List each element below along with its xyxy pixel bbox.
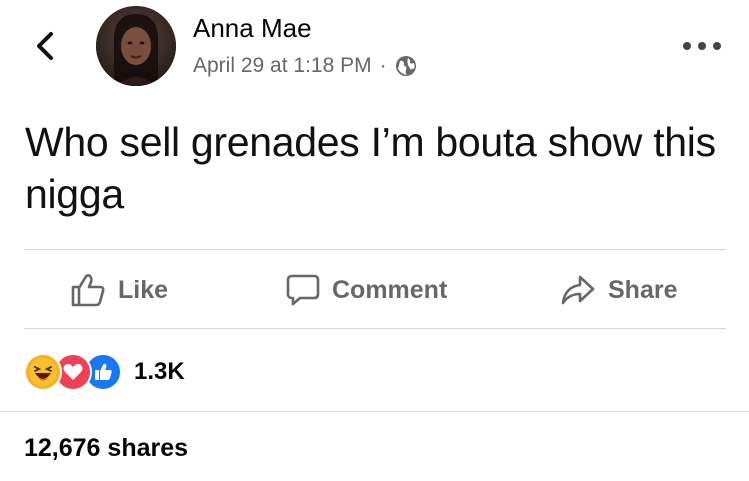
reactions-summary[interactable]: 1.3K (24, 352, 185, 392)
dot-icon (713, 42, 721, 50)
post-text: Who sell grenades I’m bouta show this ni… (25, 119, 716, 217)
share-button[interactable]: Share (560, 252, 677, 328)
dot-icon (683, 42, 691, 50)
comment-button[interactable]: Comment (286, 252, 447, 328)
post-meta: April 29 at 1:18 PM · (193, 52, 417, 80)
chevron-left-icon (37, 32, 53, 60)
like-label: Like (118, 275, 169, 304)
divider (24, 249, 726, 250)
author-name[interactable]: Anna Mae (193, 12, 312, 44)
shares-count[interactable]: 12,676 shares (24, 434, 188, 463)
reaction-count[interactable]: 1.3K (134, 358, 185, 386)
dot-icon (698, 42, 706, 50)
comment-icon (286, 274, 320, 306)
thumbs-up-icon (71, 274, 105, 307)
globe-icon[interactable] (395, 55, 417, 77)
post-actions: Like Comment Share (24, 252, 726, 328)
share-arrow-icon (561, 275, 595, 305)
more-options-button[interactable] (683, 36, 721, 56)
meta-separator: · (379, 54, 387, 77)
haha-icon (24, 353, 62, 391)
back-button[interactable] (30, 28, 60, 64)
share-label: Share (608, 275, 678, 304)
avatar[interactable] (96, 6, 176, 86)
post-timestamp[interactable]: April 29 at 1:18 PM (193, 52, 372, 80)
like-button[interactable]: Like (70, 252, 168, 328)
profile-photo (96, 6, 176, 86)
divider (0, 411, 749, 412)
divider (24, 328, 726, 329)
comment-label: Comment (332, 275, 448, 304)
